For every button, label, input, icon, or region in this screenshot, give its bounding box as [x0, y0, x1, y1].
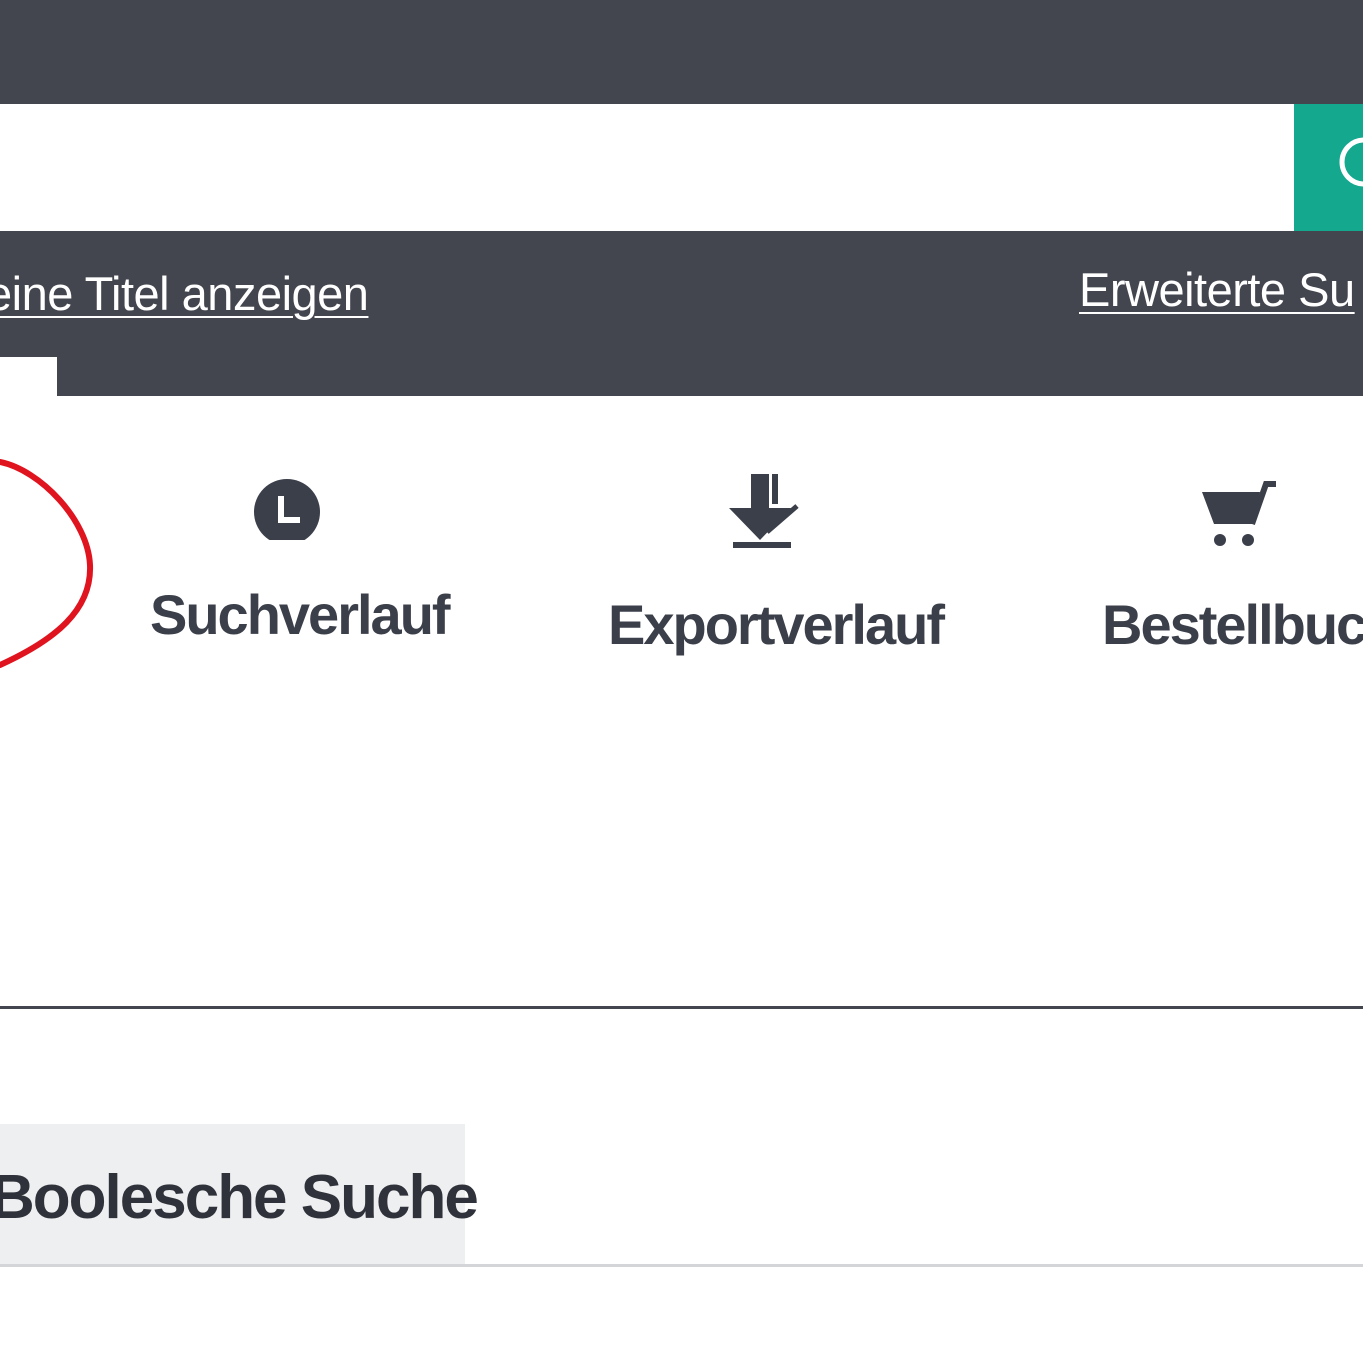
order-book-button[interactable]: Bestellbuch	[1102, 470, 1363, 657]
top-bar	[0, 0, 1363, 104]
clock-icon	[254, 479, 320, 540]
tab-boolean-search-label: Boolesche Suche	[0, 1163, 479, 1232]
active-tab-marker	[0, 357, 57, 396]
search-input[interactable]	[0, 104, 1294, 231]
export-history-button[interactable]: Exportverlauf	[608, 470, 945, 657]
show-titles-link[interactable]: eine Titel anzeigen	[0, 266, 369, 321]
tab-boolean-search[interactable]: Boolesche Suche	[0, 1124, 479, 1264]
search-history-label: Suchverlauf	[150, 583, 451, 646]
search-button[interactable]	[1294, 104, 1363, 231]
section-divider	[0, 1006, 1363, 1009]
cart-icon	[1202, 481, 1276, 546]
search-icon	[1339, 137, 1363, 187]
order-book-label: Bestellbuch	[1102, 593, 1363, 656]
export-history-label: Exportverlauf	[608, 593, 945, 656]
page: eine Titel anzeigen Erweiterte Su Suchve…	[0, 0, 1363, 1363]
search-history-button[interactable]: Suchverlauf	[150, 470, 451, 647]
tab-underline	[0, 1264, 1363, 1267]
download-icon	[729, 474, 799, 548]
advanced-search-link[interactable]: Erweiterte Su	[1079, 262, 1355, 317]
search-row	[0, 104, 1363, 231]
